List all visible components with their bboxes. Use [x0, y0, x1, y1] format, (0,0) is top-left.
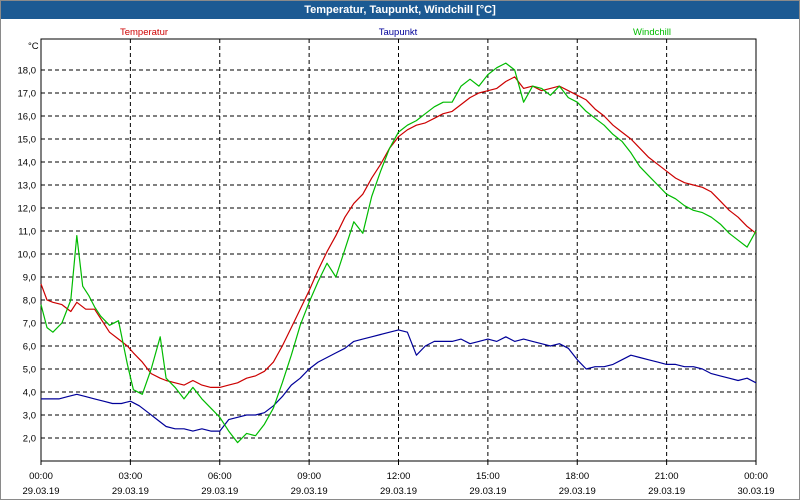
x-tick-date-label: 29.03.19 — [291, 486, 328, 497]
x-tick-time-label: 09:00 — [297, 471, 321, 482]
legend-label-temperatur: Temperatur — [120, 27, 168, 38]
x-tick-time-label: 00:00 — [744, 471, 768, 482]
x-tick-date-label: 29.03.19 — [469, 486, 506, 497]
x-tick-date-label: 29.03.19 — [559, 486, 596, 497]
x-tick-time-label: 21:00 — [655, 471, 679, 482]
y-tick-label: 16,0 — [18, 112, 37, 123]
y-tick-label: 15,0 — [18, 135, 37, 146]
x-tick-date-label: 29.03.19 — [648, 486, 685, 497]
y-tick-label: 12,0 — [18, 204, 37, 215]
legend-label-windchill: Windchill — [633, 27, 671, 38]
y-tick-label: 9,0 — [23, 273, 36, 284]
x-tick-time-label: 00:00 — [29, 471, 53, 482]
grid-layer — [41, 39, 756, 461]
legend-label-taupunkt: Taupunkt — [379, 27, 418, 38]
chart-window: Temperatur, Taupunkt, Windchill [°C] 2,0… — [0, 0, 800, 500]
y-tick-label: 18,0 — [18, 66, 37, 77]
chart-plot: 2,0 3,0 4,0 5,0 6,0 7,0 8,0 9,0 10,0 11,0 12,0 13,0… — [18, 27, 775, 497]
y-tick-label: 11,0 — [18, 227, 36, 238]
x-tick-time-label: 06:00 — [208, 471, 232, 482]
y-tick-label: 4,0 — [23, 388, 36, 399]
y-tick-label: 7,0 — [23, 319, 36, 330]
x-tick-time-label: 15:00 — [476, 471, 500, 482]
y-tick-label: 14,0 — [18, 158, 37, 169]
legend-layer: Temperatur Taupunkt Windchill — [120, 27, 671, 38]
chart-title: Temperatur, Taupunkt, Windchill [°C] — [1, 1, 799, 19]
x-tick-time-label: 18:00 — [565, 471, 589, 482]
y-tick-label: 6,0 — [23, 342, 36, 353]
y-tick-label: 13,0 — [18, 181, 37, 192]
y-tick-label: 8,0 — [23, 296, 36, 307]
y-tick-label: 2,0 — [23, 434, 36, 445]
y-tick-label: 10,0 — [18, 250, 37, 261]
x-tick-time-label: 03:00 — [118, 471, 142, 482]
y-tick-label: 17,0 — [18, 89, 37, 100]
series-line-taupunkt — [41, 329, 757, 432]
x-tick-date-label: 29.03.19 — [201, 486, 238, 497]
y-tick-label: 5,0 — [23, 365, 36, 376]
x-tick-time-label: 12:00 — [387, 471, 411, 482]
axis-layer: 2,0 3,0 4,0 5,0 6,0 7,0 8,0 9,0 10,0 11,0 12,0 13,0… — [18, 38, 775, 497]
x-tick-date-label: 29.03.19 — [23, 486, 60, 497]
x-tick-date-label: 30.03.19 — [738, 486, 775, 497]
y-tick-label: 3,0 — [23, 411, 36, 422]
y-axis-unit-label: °C — [28, 41, 39, 52]
x-tick-date-label: 29.03.19 — [112, 486, 149, 497]
x-tick-date-label: 29.03.19 — [380, 486, 417, 497]
